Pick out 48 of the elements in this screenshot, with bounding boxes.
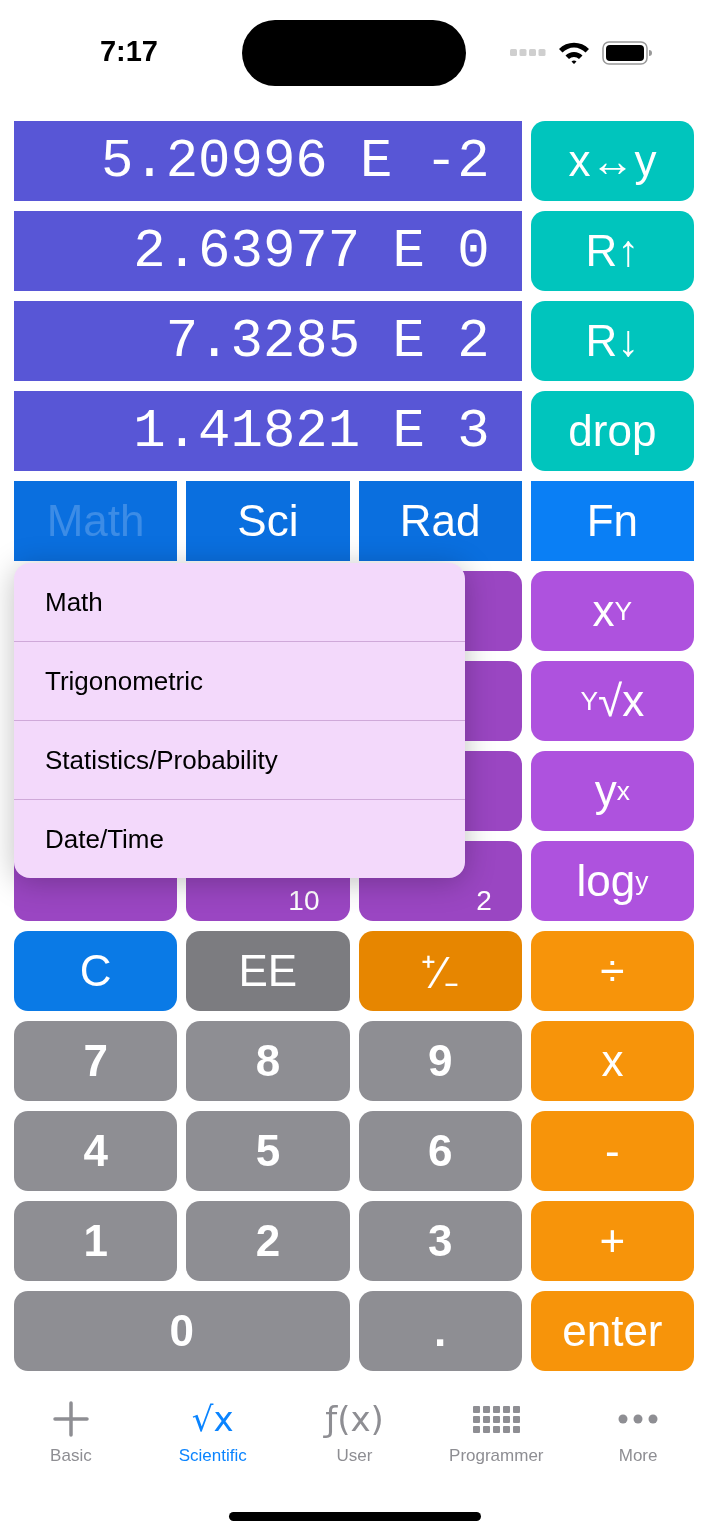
battery-icon	[602, 41, 652, 65]
wifi-icon	[558, 41, 590, 65]
calculator-key[interactable]: 1	[14, 1201, 178, 1281]
calculator-key[interactable]: 9	[358, 1021, 522, 1101]
calculator-key[interactable]: EE	[186, 931, 350, 1011]
calculator-key[interactable]: 5	[186, 1111, 350, 1191]
stack-register: 7.3285 E 2	[14, 301, 522, 381]
calculator-key[interactable]: x	[530, 1021, 694, 1101]
calculator-key[interactable]: 8	[186, 1021, 350, 1101]
tab-item[interactable]: More	[567, 1398, 709, 1466]
stack-key[interactable]: R↓	[530, 301, 694, 381]
calculator-key[interactable]: .	[358, 1291, 522, 1371]
calculator-key[interactable]: enter	[530, 1291, 694, 1371]
calculator-key[interactable]: 4	[14, 1111, 178, 1191]
stack-key[interactable]: x↔y	[530, 121, 694, 201]
stack-register: 1.41821 E 3	[14, 391, 522, 471]
stack-key[interactable]: R↑	[530, 211, 694, 291]
stack-register: 2.63977 E 0	[14, 211, 522, 291]
calculator-key[interactable]: y$^{x}$	[530, 751, 694, 831]
calculator-key[interactable]: x$^{Y}$	[530, 571, 694, 651]
tab-item[interactable]: ƒ(x) User	[283, 1398, 426, 1466]
calculator-key[interactable]: 6	[358, 1111, 522, 1191]
stack-key[interactable]: drop	[530, 391, 694, 471]
mode-button[interactable]: Sci	[186, 481, 350, 561]
calculator-key[interactable]: $^{Y}$√x	[530, 661, 694, 741]
mode-button[interactable]: Fn	[530, 481, 694, 561]
status-time: 7:17	[99, 34, 158, 68]
more-icon	[618, 1414, 659, 1424]
calculator-key[interactable]: -	[530, 1111, 694, 1191]
calculator-key[interactable]: 0	[14, 1291, 350, 1371]
calculator-key[interactable]: +	[530, 1201, 694, 1281]
calculator-key[interactable]: ÷	[530, 931, 694, 1011]
calculator-key[interactable]: 3	[358, 1201, 522, 1281]
menu-item[interactable]: Trigonometric	[14, 642, 465, 720]
menu-item[interactable]: Statistics/Probability	[14, 721, 465, 799]
calculator-key[interactable]: 2	[186, 1201, 350, 1281]
calculator-key[interactable]: ⁺⁄₋	[358, 931, 522, 1011]
grid-icon	[472, 1405, 520, 1433]
signal-icon	[510, 49, 546, 57]
calculator-key[interactable]: C	[14, 931, 178, 1011]
menu-item[interactable]: Math	[14, 563, 465, 641]
tab-item[interactable]: Basic	[0, 1398, 142, 1466]
plus-icon	[52, 1401, 89, 1437]
stack-register: 5.20996 E -2	[14, 121, 522, 201]
tab-item[interactable]: Programmer	[425, 1398, 568, 1466]
calculator-key[interactable]: 7	[14, 1021, 178, 1101]
tab-item[interactable]: √x Scientific	[141, 1398, 284, 1466]
mode-button[interactable]: Rad	[358, 481, 522, 561]
